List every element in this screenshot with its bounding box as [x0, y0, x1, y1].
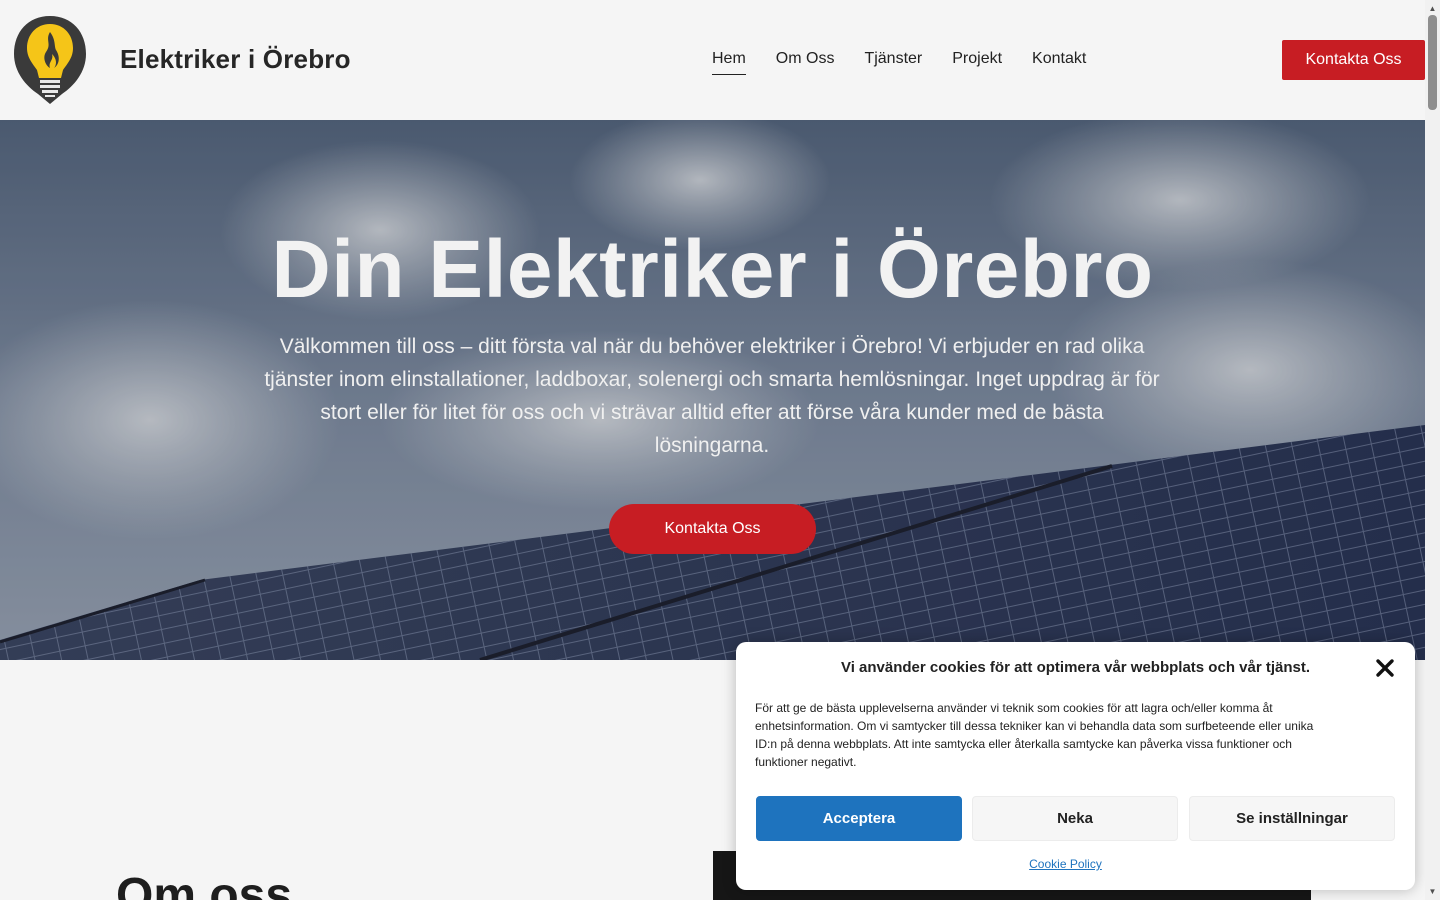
about-heading: Om oss	[116, 869, 293, 900]
lightbulb-logo-icon[interactable]	[12, 14, 88, 104]
nav-item-kontakt[interactable]: Kontakt	[1032, 48, 1086, 75]
hero-contact-button[interactable]: Kontakta Oss	[609, 504, 816, 554]
cookie-policy-link[interactable]: Cookie Policy	[736, 857, 1395, 871]
page-scrollbar[interactable]: ▲ ▼	[1425, 0, 1440, 900]
main-nav: Hem Om Oss Tjänster Projekt Kontakt	[712, 48, 1086, 75]
nav-item-hem[interactable]: Hem	[712, 48, 746, 75]
cookie-deny-button[interactable]: Neka	[972, 796, 1178, 841]
scroll-up-arrow-icon[interactable]: ▲	[1425, 1, 1440, 15]
header-contact-button[interactable]: Kontakta Oss	[1282, 40, 1425, 80]
scroll-down-arrow-icon[interactable]: ▼	[1425, 884, 1440, 898]
cookie-description: För att ge de bästa upplevelserna använd…	[755, 701, 1314, 769]
hero-title: Din Elektriker i Örebro	[271, 224, 1154, 315]
nav-item-om-oss[interactable]: Om Oss	[776, 48, 835, 75]
site-brand-name[interactable]: Elektriker i Örebro	[120, 44, 351, 75]
cookie-consent-banner: Vi använder cookies för att optimera vår…	[736, 642, 1415, 890]
hero-section: Din Elektriker i Örebro Välkommen till o…	[0, 120, 1425, 660]
close-icon[interactable]	[1374, 657, 1396, 679]
nav-item-tjanster[interactable]: Tjänster	[864, 48, 922, 75]
hero-description: Välkommen till oss – ditt första val när…	[264, 335, 1160, 457]
site-header: Elektriker i Örebro Hem Om Oss Tjänster …	[0, 0, 1425, 120]
cookie-title: Vi använder cookies för att optimera vår…	[840, 659, 1311, 676]
nav-item-projekt[interactable]: Projekt	[952, 48, 1002, 75]
cookie-accept-button[interactable]: Acceptera	[756, 796, 962, 841]
cookie-settings-button[interactable]: Se inställningar	[1189, 796, 1395, 841]
scrollbar-thumb[interactable]	[1428, 15, 1437, 110]
